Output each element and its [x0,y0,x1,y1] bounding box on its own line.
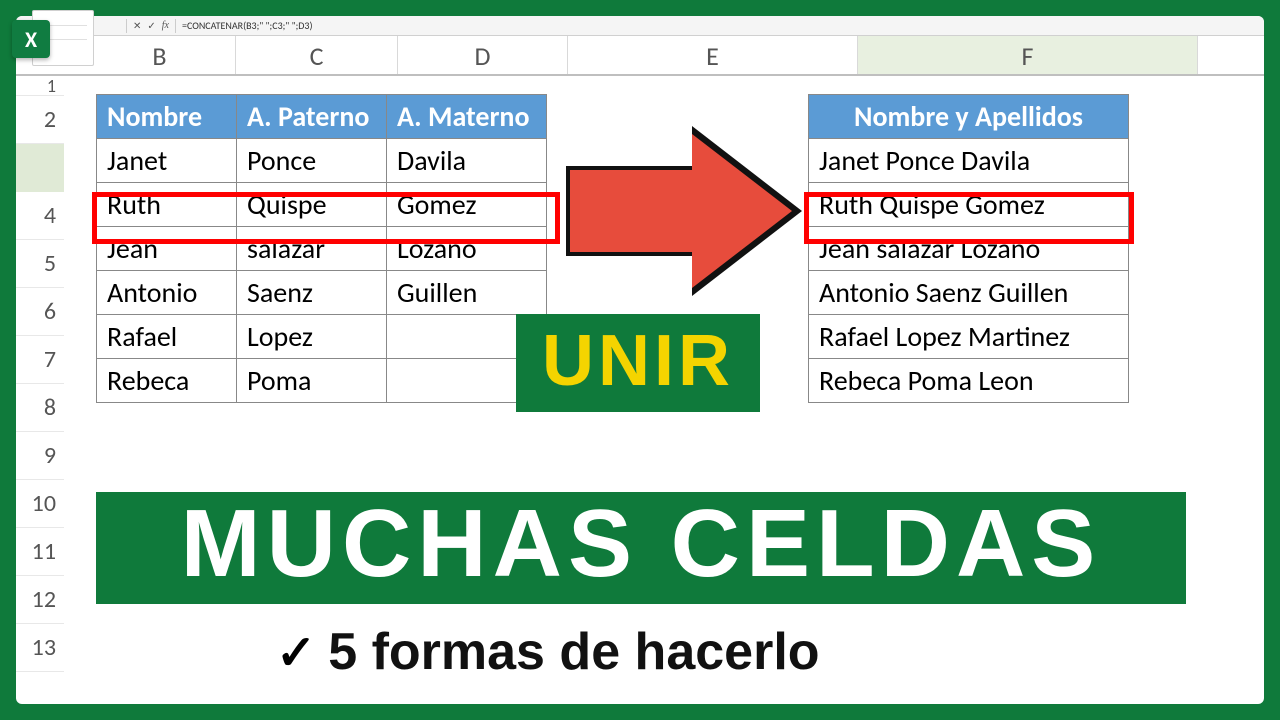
row-header[interactable]: 13 [16,624,64,672]
cell[interactable]: Jean salazar Lozano [809,227,1129,271]
cell[interactable]: Lozano [387,227,547,271]
col-header-e[interactable]: E [568,36,858,74]
active-row-marker [16,144,64,192]
cell[interactable]: salazar [237,227,387,271]
col-header-c[interactable]: C [236,36,398,74]
th-amaterno[interactable]: A. Materno [387,95,547,139]
cell[interactable]: Guillen [387,271,547,315]
cell[interactable]: Antonio Saenz Guillen [809,271,1129,315]
cell[interactable]: Antonio [97,271,237,315]
cell[interactable]: Quispe [237,183,387,227]
table-row[interactable]: Rebeca Poma [97,359,547,403]
app-frame: ✕ ✓ fx =CONCATENAR(B3;" ";C3;" ";D3) B C… [16,16,1264,704]
table-row[interactable]: Janet Ponce Davila [809,139,1129,183]
table-row[interactable]: Rafael Lopez Martinez [809,315,1129,359]
th-fullname[interactable]: Nombre y Apellidos [809,95,1129,139]
row-header[interactable]: 6 [16,288,64,336]
table-row[interactable]: Rebeca Poma Leon [809,359,1129,403]
banner-unir: UNIR [516,314,760,412]
cell[interactable]: Gomez [387,183,547,227]
table-row[interactable]: Ruth Quispe Gomez [97,183,547,227]
banner-muchas-text: MUCHAS CELDAS [181,490,1102,597]
cell[interactable]: Ponce [237,139,387,183]
fx-icon[interactable]: fx [162,20,169,31]
table-row[interactable]: Rafael Lopez [97,315,547,359]
cell[interactable]: Ruth [97,183,237,227]
check-icon: ✓ [276,623,316,682]
cell[interactable]: Lopez [237,315,387,359]
row-header[interactable]: 4 [16,192,64,240]
caption-text: 5 formas de hacerlo [328,622,819,682]
row-header[interactable]: 12 [16,576,64,624]
caption: ✓ 5 formas de hacerlo [276,622,820,682]
excel-app-icon: X [12,6,102,70]
arrow-icon [566,126,806,296]
row-header[interactable]: 2 [16,96,64,144]
col-header-b[interactable]: B [84,36,236,74]
cell[interactable]: Rafael Lopez Martinez [809,315,1129,359]
confirm-icon[interactable]: ✓ [147,19,155,32]
cell[interactable]: Janet [97,139,237,183]
banner-unir-text: UNIR [542,321,734,401]
row-header[interactable]: 10 [16,480,64,528]
cell[interactable]: Rebeca [97,359,237,403]
cancel-icon[interactable]: ✕ [133,19,141,32]
cell[interactable]: Janet Ponce Davila [809,139,1129,183]
table-header-row: Nombre y Apellidos [809,95,1129,139]
formula-bar: ✕ ✓ fx =CONCATENAR(B3;" ";C3;" ";D3) [16,16,1264,36]
cell[interactable]: Jean [97,227,237,271]
th-nombre[interactable]: Nombre [97,95,237,139]
row-header[interactable]: 7 [16,336,64,384]
cell[interactable]: Saenz [237,271,387,315]
formula-text[interactable]: =CONCATENAR(B3;" ";C3;" ";D3) [182,19,313,32]
table-row[interactable]: Antonio Saenz Guillen [97,271,547,315]
table-row[interactable]: Jean salazar Lozano [97,227,547,271]
column-headers: B C D E F [16,36,1264,76]
table-header-row: Nombre A. Paterno A. Materno [97,95,547,139]
cell[interactable]: Poma [237,359,387,403]
col-header-f[interactable]: F [858,36,1198,74]
row-header[interactable]: 11 [16,528,64,576]
excel-badge-letter: X [12,20,50,58]
table-row[interactable]: Ruth Quispe Gomez [809,183,1129,227]
cell[interactable]: Ruth Quispe Gomez [809,183,1129,227]
cell[interactable]: Davila [387,139,547,183]
source-table[interactable]: Nombre A. Paterno A. Materno Janet Ponce… [96,94,547,403]
banner-muchas-celdas: MUCHAS CELDAS [96,492,1186,604]
table-row[interactable]: Antonio Saenz Guillen [809,271,1129,315]
row-header[interactable]: 5 [16,240,64,288]
result-table[interactable]: Nombre y Apellidos Janet Ponce Davila Ru… [808,94,1129,403]
table-row[interactable]: Janet Ponce Davila [97,139,547,183]
table-row[interactable]: Jean salazar Lozano [809,227,1129,271]
cell[interactable]: Rafael [97,315,237,359]
row-header[interactable]: 9 [16,432,64,480]
col-header-d[interactable]: D [398,36,568,74]
row-header[interactable]: 8 [16,384,64,432]
cell[interactable]: Rebeca Poma Leon [809,359,1129,403]
th-apaterno[interactable]: A. Paterno [237,95,387,139]
row-header[interactable]: 1 [16,76,64,96]
